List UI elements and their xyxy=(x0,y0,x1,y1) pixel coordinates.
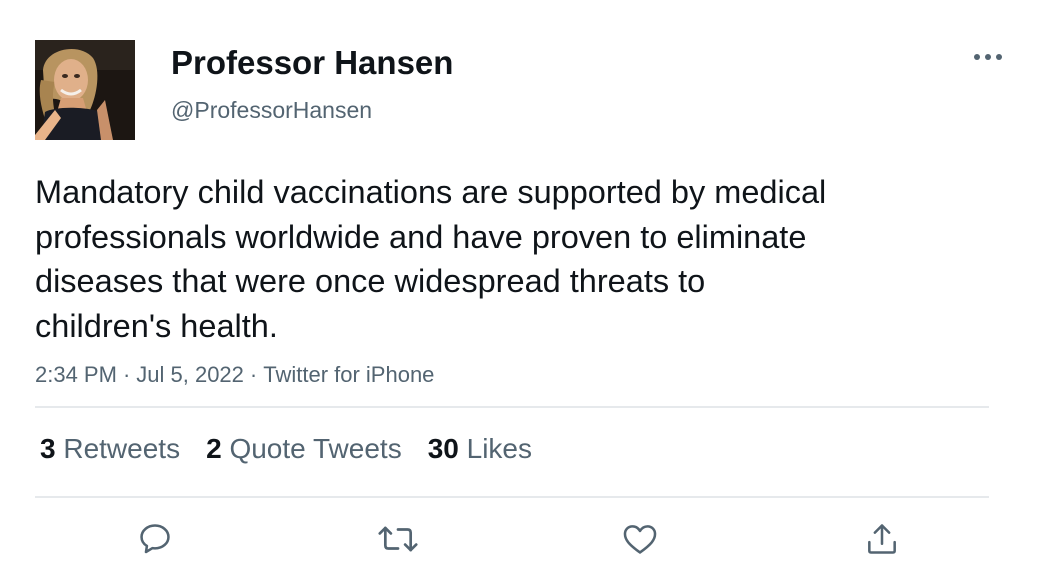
author-handle[interactable]: @ProfessorHansen xyxy=(171,97,372,124)
retweet-button[interactable] xyxy=(376,517,420,561)
quote-tweets-stat[interactable]: 2 Quote Tweets xyxy=(206,433,402,465)
likes-count: 30 xyxy=(427,433,459,464)
tweet-date[interactable]: Jul 5, 2022 xyxy=(136,362,244,387)
ellipsis-icon[interactable] xyxy=(972,42,1004,70)
avatar-photo xyxy=(35,40,135,140)
tweet-text: Mandatory child vaccinations are support… xyxy=(35,174,827,344)
quote-tweets-count: 2 xyxy=(206,433,222,464)
share-upload-icon xyxy=(868,524,896,554)
meta-separator: · xyxy=(249,362,258,387)
divider-top xyxy=(35,406,989,408)
divider-bottom xyxy=(35,496,989,498)
retweets-stat[interactable]: 3 Retweets xyxy=(40,433,180,465)
tweet-time[interactable]: 2:34 PM xyxy=(35,362,117,387)
avatar[interactable] xyxy=(35,40,135,140)
reply-button[interactable] xyxy=(133,517,177,561)
speech-bubble-icon xyxy=(140,524,170,554)
like-button[interactable] xyxy=(618,517,662,561)
retweets-count: 3 xyxy=(40,433,56,464)
likes-label: Likes xyxy=(466,433,533,464)
quote-tweets-label: Quote Tweets xyxy=(229,433,402,464)
author-display-name[interactable]: Professor Hansen xyxy=(171,44,453,82)
tweet-source[interactable]: Twitter for iPhone xyxy=(263,362,434,387)
retweet-arrows-icon xyxy=(378,526,418,552)
likes-stat[interactable]: 30 Likes xyxy=(428,433,532,465)
meta-separator: · xyxy=(122,362,131,387)
retweets-label: Retweets xyxy=(63,433,181,464)
engagement-stats: 3 Retweets 2 Quote Tweets 30 Likes xyxy=(40,433,558,465)
tweet-card: Professor Hansen @ProfessorHansen Mandat… xyxy=(0,0,1050,570)
tweet-metadata: 2:34 PM · Jul 5, 2022 · Twitter for iPhone xyxy=(35,362,434,388)
share-button[interactable] xyxy=(860,517,904,561)
heart-icon xyxy=(623,525,657,554)
